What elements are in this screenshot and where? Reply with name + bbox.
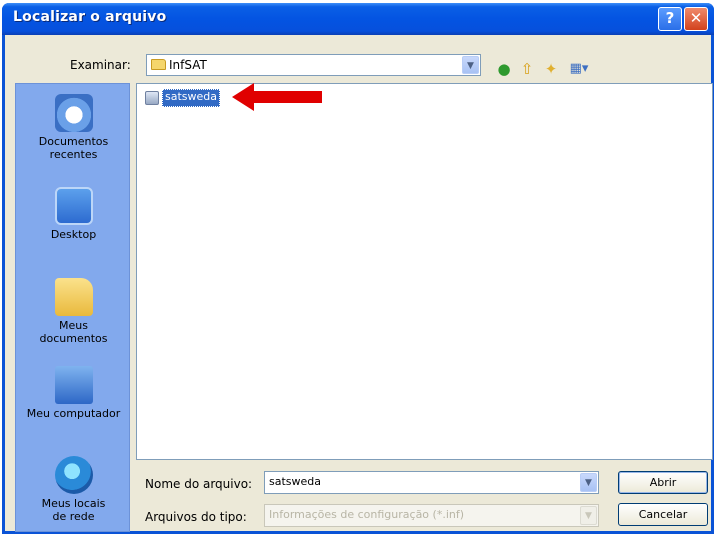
file-dialog: Localizar o arquivo ? ✕ Examinar: InfSAT… (2, 3, 714, 534)
place-label: Meus locais de rede (41, 497, 106, 523)
look-in-dropdown[interactable]: InfSAT ▼ (146, 54, 481, 76)
new-folder-icon[interactable]: ✦ (541, 59, 561, 79)
recent-documents-icon (54, 94, 93, 132)
chevron-down-icon[interactable]: ▼ (462, 56, 479, 74)
place-label: Documentos recentes (38, 135, 109, 161)
file-list[interactable]: satsweda (136, 83, 713, 460)
cancel-button[interactable]: Cancelar (618, 503, 708, 526)
place-label: Desktop (50, 228, 97, 241)
place-label: Meu computador (26, 407, 121, 420)
help-button[interactable]: ? (658, 7, 682, 31)
up-folder-icon[interactable]: ⇧ (517, 59, 537, 79)
views-menu-icon[interactable]: ▦▾ (564, 59, 594, 79)
places-bar: Documentos recentes Desktop Meus documen… (15, 83, 130, 532)
file-name: satsweda (162, 89, 221, 107)
place-desktop[interactable]: Desktop (16, 187, 131, 241)
filetype-dropdown: Informações de configuração (*.inf) ▼ (264, 504, 599, 527)
chevron-down-icon[interactable]: ▼ (580, 473, 597, 492)
desktop-icon (54, 187, 93, 225)
open-button[interactable]: Abrir (618, 471, 708, 494)
back-icon[interactable]: ● (494, 59, 514, 79)
my-documents-icon (54, 278, 93, 316)
close-button[interactable]: ✕ (684, 7, 708, 31)
my-computer-icon (54, 366, 93, 404)
place-my-computer[interactable]: Meu computador (16, 366, 131, 420)
settings-file-icon (145, 91, 159, 105)
filename-value: satsweda (269, 475, 322, 488)
annotation-arrow-icon (232, 83, 322, 111)
folder-icon (151, 59, 166, 70)
network-places-icon (54, 456, 93, 494)
place-network[interactable]: Meus locais de rede (16, 456, 131, 523)
place-label: Meus documentos (39, 319, 108, 345)
place-recent-documents[interactable]: Documentos recentes (16, 94, 131, 161)
filename-input[interactable]: satsweda ▼ (264, 471, 599, 494)
dialog-title: Localizar o arquivo (13, 9, 167, 25)
title-bar[interactable]: Localizar o arquivo ? ✕ (2, 3, 714, 35)
filename-label: Nome do arquivo: (145, 477, 253, 491)
filetype-label: Arquivos do tipo: (145, 510, 247, 524)
look-in-label: Examinar: (70, 58, 131, 72)
chevron-down-icon: ▼ (580, 506, 597, 525)
place-my-documents[interactable]: Meus documentos (16, 278, 131, 345)
look-in-value: InfSAT (169, 58, 207, 72)
filetype-value: Informações de configuração (*.inf) (269, 508, 465, 521)
